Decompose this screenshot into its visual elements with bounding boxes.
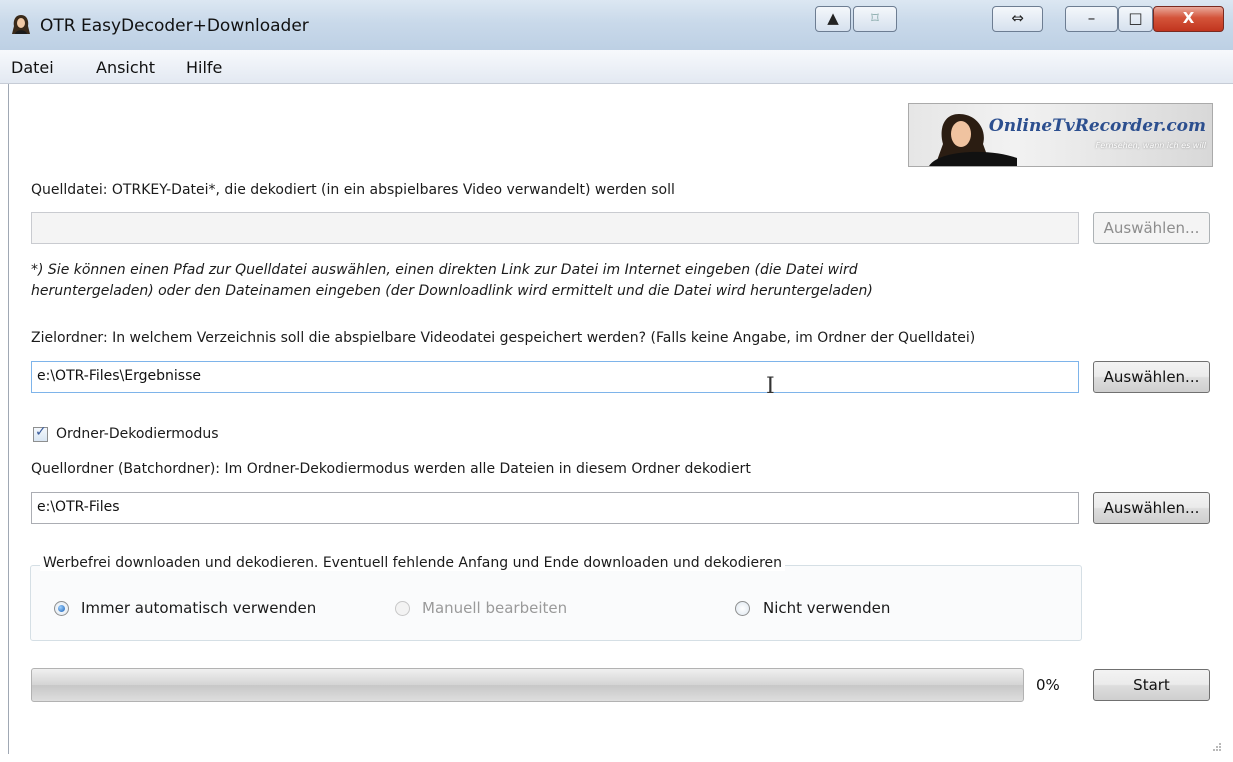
text-cursor-icon: I <box>766 374 775 399</box>
source-browse-button[interactable]: Auswählen... <box>1093 212 1210 244</box>
source-hint: *) Sie können einen Pfad zur Quelldatei … <box>31 260 991 302</box>
target-folder-input[interactable]: e:\OTR-Files\Ergebnisse <box>31 361 1079 393</box>
close-icon: X <box>1182 9 1195 27</box>
radio-manual[interactable] <box>395 601 410 616</box>
radio-not-use-label[interactable]: Nicht verwenden <box>763 599 890 617</box>
menu-ansicht[interactable]: Ansicht <box>96 58 155 77</box>
close-button[interactable]: X <box>1153 6 1224 32</box>
target-browse-button[interactable]: Auswählen... <box>1093 361 1210 393</box>
logo-brand: OnlineTvRecorder.com <box>988 116 1206 136</box>
resize-button[interactable]: ⇔ <box>992 6 1043 32</box>
maximize-button[interactable]: □ <box>1118 6 1153 32</box>
source-hint-line1: *) Sie können einen Pfad zur Quelldatei … <box>31 262 858 278</box>
batch-browse-button[interactable]: Auswählen... <box>1093 492 1210 524</box>
batch-folder-input[interactable]: e:\OTR-Files <box>31 492 1079 524</box>
resize-grip-icon[interactable] <box>1212 742 1222 752</box>
menu-bar: Datei Ansicht Hilfe <box>0 50 1233 84</box>
title-bar[interactable]: OTR EasyDecoder+Downloader ▲ ⌑ ⇔ – □ X <box>0 0 1233 50</box>
progress-bar <box>31 668 1024 702</box>
minimize-icon: – <box>1087 9 1096 27</box>
radio-manual-label[interactable]: Manuell bearbeiten <box>422 599 567 617</box>
minimize-button[interactable]: – <box>1065 6 1118 32</box>
target-label: Zielordner: In welchem Verzeichnis soll … <box>31 330 976 346</box>
start-button[interactable]: Start <box>1093 669 1210 701</box>
menu-hilfe[interactable]: Hilfe <box>186 58 222 77</box>
app-woman-icon <box>12 15 30 34</box>
menu-datei[interactable]: Datei <box>11 58 54 77</box>
arrow-up-icon: ▲ <box>827 9 839 27</box>
batch-label: Quellordner (Batchordner): Im Ordner-Dek… <box>31 461 751 477</box>
resize-arrows-icon: ⇔ <box>1011 9 1024 27</box>
otr-logo: OnlineTvRecorder.com Fernsehen, wann ich… <box>908 103 1213 167</box>
window-title: OTR EasyDecoder+Downloader <box>40 16 309 36</box>
folder-mode-checkbox[interactable]: ✓ <box>33 424 48 442</box>
pin-button[interactable]: ⌑ <box>853 6 897 32</box>
logo-tagline: Fernsehen, wann ich es will <box>1095 141 1206 150</box>
folder-mode-label[interactable]: Ordner-Dekodiermodus <box>56 426 219 442</box>
pin-icon: ⌑ <box>871 9 879 27</box>
adfree-group-title: Werbefrei downloaden und dekodieren. Eve… <box>40 555 786 571</box>
radio-not-use[interactable] <box>735 601 750 616</box>
radio-always-auto-label[interactable]: Immer automatisch verwenden <box>81 599 316 617</box>
maximize-icon: □ <box>1128 9 1143 27</box>
source-label: Quelldatei: OTRKEY-Datei*, die dekodiert… <box>31 182 675 198</box>
pin-up-button[interactable]: ▲ <box>815 6 851 32</box>
checkmark-icon: ✓ <box>35 424 47 440</box>
radio-always-auto[interactable] <box>54 601 69 616</box>
progress-percent: 0% <box>1036 676 1060 694</box>
source-file-input[interactable] <box>31 212 1079 244</box>
source-hint-line2: heruntergeladen) oder den Dateinamen ein… <box>31 283 873 299</box>
